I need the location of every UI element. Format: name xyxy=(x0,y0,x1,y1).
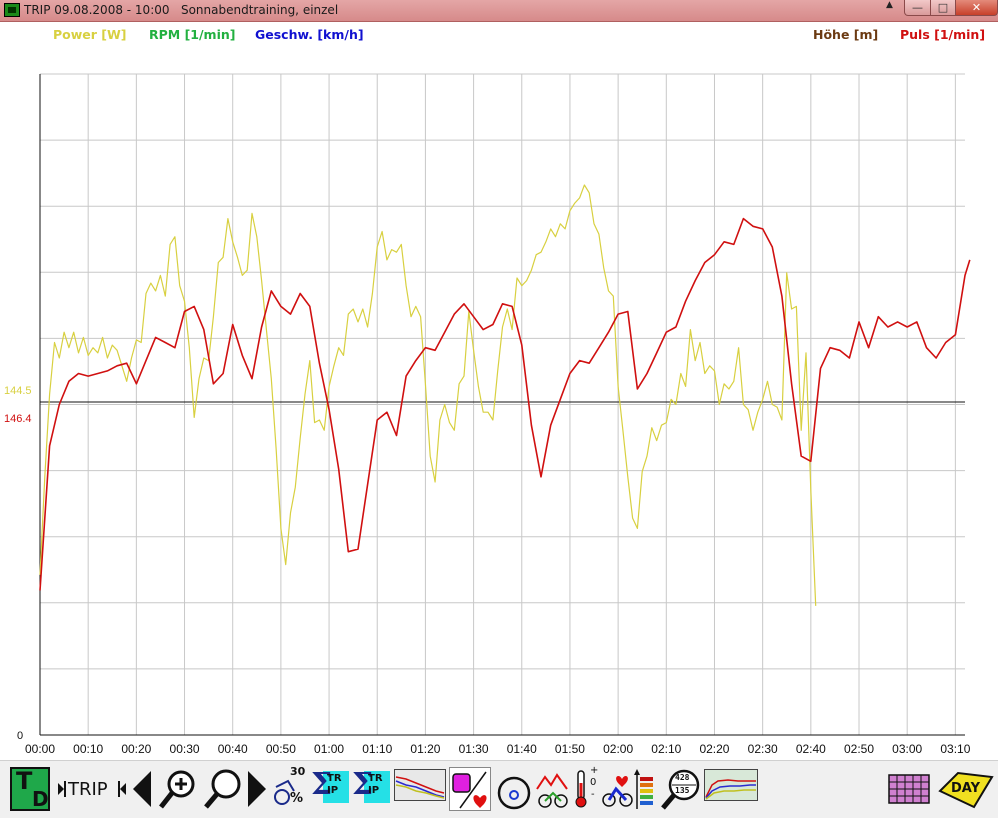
next-button[interactable] xyxy=(246,767,268,811)
temperature-button[interactable]: + 0 - xyxy=(574,765,600,811)
altitude-profile-button[interactable] xyxy=(535,767,569,811)
x-tick-label: 01:40 xyxy=(507,742,537,756)
zoom-button[interactable] xyxy=(203,767,243,811)
zoom-in-icon xyxy=(159,770,195,809)
day-button[interactable]: DAY xyxy=(936,767,994,811)
x-tick-label: 02:50 xyxy=(844,742,874,756)
x-tick-label: 00:00 xyxy=(25,742,55,756)
close-button[interactable]: ✕ xyxy=(955,0,998,16)
zoom-in-button[interactable] xyxy=(158,767,198,811)
x-tick-label: 03:10 xyxy=(940,742,970,756)
zones-button[interactable] xyxy=(634,767,656,811)
x-tick-label: 02:20 xyxy=(699,742,729,756)
power-heart-icon xyxy=(452,771,487,809)
app-window: TRIP 09.08.2008 - 10:00 Sonnabendtrainin… xyxy=(0,0,998,818)
overview-chart-button[interactable] xyxy=(394,767,446,811)
thermo-plus: + xyxy=(590,765,599,776)
x-tick-label: 00:50 xyxy=(266,742,296,756)
trip-label: TRIP xyxy=(68,779,108,800)
x-tick-label: 01:50 xyxy=(555,742,585,756)
app-icon xyxy=(4,3,20,17)
power-average-label: 144.5 xyxy=(4,385,32,397)
x-tick-label: 02:40 xyxy=(796,742,826,756)
power-pulse-toggle[interactable] xyxy=(449,767,491,811)
gauge-top-value: 428 xyxy=(675,773,690,782)
x-tick-label: 03:00 xyxy=(892,742,922,756)
multi-chart-button[interactable] xyxy=(704,767,758,811)
td-letter-d: D xyxy=(32,787,49,811)
counter-button[interactable]: 428 135 xyxy=(660,767,700,811)
td-letter-t: T xyxy=(16,767,33,795)
circle-lap-icon xyxy=(497,776,531,810)
arrow-right-icon xyxy=(248,771,266,807)
x-tick-label: 01:10 xyxy=(362,742,392,756)
x-tick-label: 00:20 xyxy=(121,742,151,756)
x-tick-label: 01:30 xyxy=(459,742,489,756)
arrow-left-icon xyxy=(133,771,151,807)
td-button[interactable]: T D xyxy=(10,767,50,811)
cyclist-heart-icon xyxy=(602,776,633,807)
legend-power[interactable]: Power [W] xyxy=(53,27,127,42)
x-tick-label: 00:40 xyxy=(218,742,248,756)
y-zero-label: 0 xyxy=(17,730,23,742)
zone-bars-icon xyxy=(634,769,653,809)
previous-button[interactable] xyxy=(131,767,153,811)
cyclist-climb-icon xyxy=(536,773,568,808)
day-label: DAY xyxy=(951,781,981,796)
x-tick-label: 01:00 xyxy=(314,742,344,756)
calendar-button[interactable] xyxy=(888,767,930,811)
legend-speed[interactable]: Geschw. [km/h] xyxy=(255,27,364,42)
mini-chart-icon xyxy=(394,769,446,801)
x-tick-label: 01:20 xyxy=(410,742,440,756)
x-tick-label: 02:10 xyxy=(651,742,681,756)
x-tick-label: 00:30 xyxy=(170,742,200,756)
sum-trip-alt-button[interactable]: Σ TR IP xyxy=(352,767,390,811)
calendar-grid-icon xyxy=(888,774,930,804)
lap-button[interactable] xyxy=(495,767,533,811)
speed-top-value: 30 xyxy=(290,765,306,778)
bottom-toolbar: T D TRIP 30 % Σ TR IP Σ TR IP + 0 - 428 … xyxy=(0,760,998,818)
speed-percent-button[interactable]: 30 % xyxy=(272,765,308,811)
gauge-bottom-value: 135 xyxy=(675,786,690,795)
rider-heart-button[interactable] xyxy=(600,767,634,811)
legend-pulse[interactable]: Puls [1/min] xyxy=(900,27,985,42)
chart-area[interactable]: 00:00 00:10 00:20 00:30 00:40 00:50 01:00 01:10… xyxy=(0,22,998,760)
legend-altitude[interactable]: Höhe [m] xyxy=(813,27,878,42)
minimize-button[interactable]: — xyxy=(904,0,931,16)
pulse-average-label: 146.4 xyxy=(4,413,32,425)
multi-line-chart-icon xyxy=(704,769,758,801)
speed-percent-sign: % xyxy=(290,791,304,806)
power-series-line xyxy=(39,184,817,606)
maximize-button[interactable]: □ xyxy=(930,0,956,16)
sum-trip-button[interactable]: Σ TR IP xyxy=(311,767,349,811)
x-tick-label: 02:30 xyxy=(748,742,778,756)
thermo-zero: 0 xyxy=(590,777,597,788)
magnifier-icon xyxy=(204,769,241,809)
title-bar[interactable]: TRIP 09.08.2008 - 10:00 Sonnabendtrainin… xyxy=(0,0,998,22)
legend-rpm[interactable]: RPM [1/min] xyxy=(149,27,235,42)
sum-trip-label: TR IP xyxy=(327,773,342,796)
sum-trip-alt-label: TR IP xyxy=(368,773,383,796)
trip-button[interactable]: TRIP xyxy=(56,767,128,811)
x-tick-label: 02:00 xyxy=(603,742,633,756)
scroll-up-arrow-icon[interactable]: ▲ xyxy=(886,0,893,10)
thermo-minus: - xyxy=(591,789,595,800)
x-tick-label: 00:10 xyxy=(73,742,103,756)
chart-canvas[interactable]: 00:00 00:10 00:20 00:30 00:40 00:50 01:00 01:10… xyxy=(0,22,998,760)
window-title: TRIP 09.08.2008 - 10:00 Sonnabendtrainin… xyxy=(24,3,339,17)
